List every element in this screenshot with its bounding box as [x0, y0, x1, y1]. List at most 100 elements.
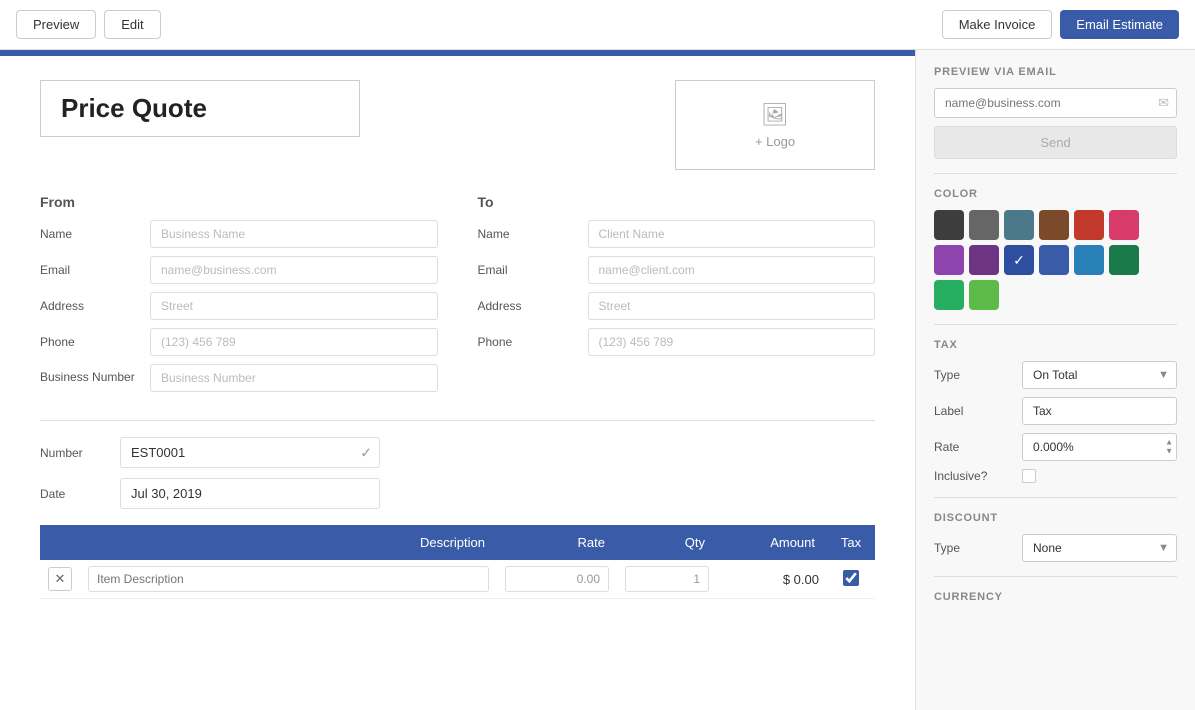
color-swatch-6[interactable] [934, 245, 964, 275]
color-swatch-0[interactable] [934, 210, 964, 240]
from-address-row: Address [40, 292, 438, 320]
color-swatch-8[interactable]: ✓ [1004, 245, 1034, 275]
item-qty-input[interactable] [625, 566, 709, 592]
table-header-description: Description [80, 525, 497, 560]
document-inner: Price Quote 🖼 + Logo From Name Email [0, 56, 915, 623]
to-name-row: Name [478, 220, 876, 248]
item-tax-cell [827, 560, 875, 599]
to-address-input[interactable] [588, 292, 876, 320]
tax-rate-row: Rate ▲ ▼ [934, 433, 1177, 461]
table-body: ✕ $ 0.00 [40, 560, 875, 599]
check-icon: ✓ [360, 444, 372, 461]
color-swatch-2[interactable] [1004, 210, 1034, 240]
date-label: Date [40, 487, 120, 501]
currency-title: CURRENCY [934, 591, 1177, 603]
to-section: To Name Email Address Phone [478, 194, 876, 400]
color-swatch-12[interactable] [934, 280, 964, 310]
selected-check: ✓ [1013, 252, 1025, 269]
to-phone-input[interactable] [588, 328, 876, 356]
number-date-area: Number ✓ Date [40, 437, 875, 509]
from-email-label: Email [40, 263, 150, 277]
item-tax-checkbox[interactable] [843, 570, 859, 586]
color-swatch-13[interactable] [969, 280, 999, 310]
to-address-row: Address [478, 292, 876, 320]
number-input[interactable] [120, 437, 380, 468]
item-rate-cell [497, 560, 617, 599]
from-phone-label: Phone [40, 335, 150, 349]
item-description-input[interactable] [88, 566, 489, 592]
from-title: From [40, 194, 438, 210]
color-swatch-10[interactable] [1074, 245, 1104, 275]
from-phone-input[interactable] [150, 328, 438, 356]
tax-title: TAX [934, 339, 1177, 351]
discount-title: DISCOUNT [934, 512, 1177, 524]
document-title[interactable]: Price Quote [40, 80, 360, 137]
sidebar-divider-4 [934, 576, 1177, 577]
sidebar: PREVIEW VIA EMAIL ✉ Send COLOR ✓ TAX Typ… [915, 50, 1195, 710]
item-qty-cell [617, 560, 717, 599]
tax-type-select[interactable]: On Total Per Item None [1022, 361, 1177, 389]
from-name-input[interactable] [150, 220, 438, 248]
from-address-input[interactable] [150, 292, 438, 320]
main-container: Price Quote 🖼 + Logo From Name Email [0, 50, 1195, 710]
number-input-wrap: ✓ [120, 437, 380, 468]
edit-button[interactable]: Edit [104, 10, 160, 39]
from-business-number-row: Business Number [40, 364, 438, 392]
logo-placeholder-text: + Logo [755, 134, 795, 149]
item-remove-cell: ✕ [40, 560, 80, 599]
from-phone-row: Phone [40, 328, 438, 356]
email-estimate-button[interactable]: Email Estimate [1060, 10, 1179, 39]
tax-rate-input[interactable] [1022, 433, 1177, 461]
color-swatch-1[interactable] [969, 210, 999, 240]
color-swatch-7[interactable] [969, 245, 999, 275]
item-rate-input[interactable] [505, 566, 609, 592]
from-email-row: Email [40, 256, 438, 284]
to-email-input[interactable] [588, 256, 876, 284]
to-name-input[interactable] [588, 220, 876, 248]
tax-inclusive-row: Inclusive? [934, 469, 1177, 483]
table-header-rate: Rate [497, 525, 617, 560]
discount-type-label: Type [934, 541, 1014, 555]
color-swatch-5[interactable] [1109, 210, 1139, 240]
tax-inclusive-label: Inclusive? [934, 469, 1014, 483]
color-swatch-9[interactable] [1039, 245, 1069, 275]
table-row: ✕ $ 0.00 [40, 560, 875, 599]
from-email-input[interactable] [150, 256, 438, 284]
logo-box[interactable]: 🖼 + Logo [675, 80, 875, 170]
table-header-qty: Qty [617, 525, 717, 560]
tax-inclusive-checkbox[interactable] [1022, 469, 1036, 483]
number-row: Number ✓ [40, 437, 875, 468]
color-swatch-3[interactable] [1039, 210, 1069, 240]
date-input[interactable] [120, 478, 380, 509]
discount-type-select-wrap: None Percentage Fixed ▼ [1022, 534, 1177, 562]
preview-via-email-title: PREVIEW VIA EMAIL [934, 66, 1177, 78]
item-description-cell [80, 560, 497, 599]
to-title: To [478, 194, 876, 210]
color-swatch-4[interactable] [1074, 210, 1104, 240]
color-grid: ✓ [934, 210, 1177, 310]
image-icon: 🖼 [761, 102, 789, 128]
preview-email-input[interactable] [934, 88, 1177, 118]
send-button[interactable]: Send [934, 126, 1177, 159]
email-icon: ✉ [1158, 95, 1169, 111]
table-header: Description Rate Qty Amount Tax [40, 525, 875, 560]
discount-type-select[interactable]: None Percentage Fixed [1022, 534, 1177, 562]
items-table: Description Rate Qty Amount Tax ✕ [40, 525, 875, 599]
item-remove-button[interactable]: ✕ [48, 567, 72, 591]
tax-label-input[interactable] [1022, 397, 1177, 425]
from-business-number-label: Business Number [40, 370, 150, 386]
to-address-label: Address [478, 299, 588, 313]
top-bar: Preview Edit Make Invoice Email Estimate [0, 0, 1195, 50]
from-business-number-input[interactable] [150, 364, 438, 392]
rate-up-icon[interactable]: ▲ [1165, 439, 1173, 447]
sidebar-divider-2 [934, 324, 1177, 325]
rate-down-icon[interactable]: ▼ [1165, 448, 1173, 456]
color-swatch-11[interactable] [1109, 245, 1139, 275]
table-header-tax: Tax [827, 525, 875, 560]
preview-button[interactable]: Preview [16, 10, 96, 39]
top-bar-right: Make Invoice Email Estimate [942, 10, 1179, 39]
make-invoice-button[interactable]: Make Invoice [942, 10, 1053, 39]
document-header: Price Quote 🖼 + Logo [40, 80, 875, 170]
tax-label-row: Label [934, 397, 1177, 425]
from-name-label: Name [40, 227, 150, 241]
